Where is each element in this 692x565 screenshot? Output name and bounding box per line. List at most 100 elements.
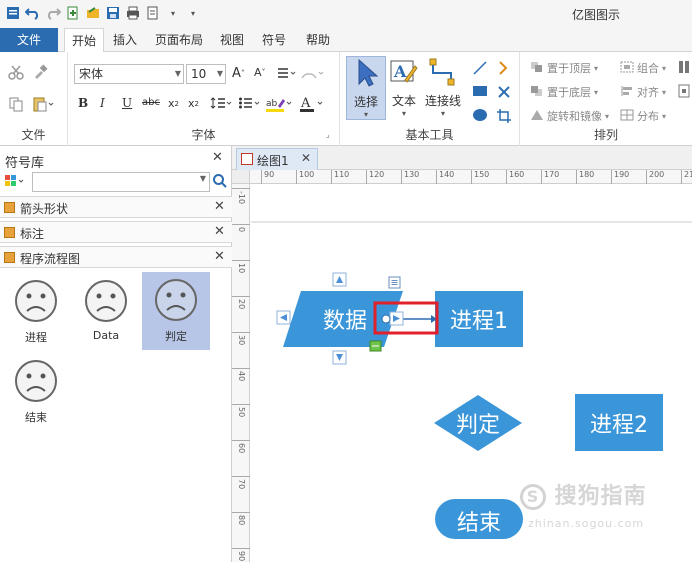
italic-icon[interactable]: I — [100, 96, 105, 110]
font-color-icon[interactable]: A — [300, 96, 324, 112]
underline-icon[interactable]: U — [122, 96, 132, 110]
connector-tool-label: 连接线 — [424, 94, 461, 108]
distribute-button[interactable]: 分布 ▾ — [620, 108, 666, 124]
group-label: 组合 — [637, 62, 659, 75]
svg-text:A: A — [300, 96, 311, 111]
format-painter-icon[interactable] — [32, 64, 48, 80]
tab-page-layout[interactable]: 页面布局 — [150, 28, 208, 52]
open-file-icon[interactable] — [84, 4, 102, 22]
close-icon[interactable]: ✕ — [212, 150, 223, 165]
watermark-sub: zhinan.sogou.com — [528, 517, 645, 530]
search-icon[interactable] — [212, 173, 228, 192]
arc-tool-icon[interactable] — [496, 60, 512, 76]
text-tool-button[interactable]: A 文本 ▾ — [388, 56, 420, 118]
chevron-down-icon: ▼ — [199, 174, 206, 183]
connector-tool-button[interactable]: 连接线 ▾ — [422, 56, 464, 118]
bullets-icon[interactable] — [238, 96, 260, 110]
library-search-input[interactable]: ▼ — [32, 172, 210, 192]
line-tool-icon[interactable] — [472, 60, 488, 76]
line-spacing-icon[interactable] — [276, 66, 296, 80]
chevron-down-icon: ▾ — [363, 110, 368, 119]
shape-tile-decision[interactable]: 判定 — [142, 272, 210, 350]
library-grid-icon[interactable] — [4, 173, 28, 194]
tab-symbol[interactable]: 符号 — [256, 28, 292, 52]
app-menu-icon[interactable] — [4, 4, 22, 22]
basic-tools-group-label: 基本工具 — [405, 128, 454, 142]
ruler-tick: 110 — [331, 170, 349, 184]
customize-qat-icon[interactable]: ▾ — [184, 4, 202, 22]
bold-icon[interactable]: B — [78, 96, 88, 110]
ellipse-tool-icon[interactable] — [472, 108, 488, 122]
sad-face-icon — [155, 279, 197, 321]
connection-point[interactable] — [381, 314, 391, 324]
crop-tool-icon[interactable] — [496, 108, 512, 124]
shape-tile-process[interactable]: 进程 — [2, 273, 70, 351]
send-back-label: 置于底层 — [547, 86, 591, 99]
cut-icon[interactable] — [8, 64, 24, 80]
align-label: 对齐 — [637, 86, 659, 99]
ruler-tick: 210 — [681, 170, 692, 184]
font-size-select[interactable]: 10 ▼ — [186, 64, 226, 84]
grow-font-icon[interactable]: A ˄ — [232, 66, 245, 81]
tab-help[interactable]: 帮助 — [298, 28, 338, 52]
tab-view[interactable]: 视图 — [214, 28, 250, 52]
chevron-down-icon: ▼ — [174, 69, 181, 78]
watermark-text: 搜狗指南 — [554, 484, 647, 509]
strikethrough-icon[interactable]: abc — [142, 97, 160, 108]
library-row-arrows[interactable]: 箭头形状 ✕ — [0, 196, 232, 218]
text-shape-icon[interactable] — [300, 66, 324, 80]
send-back-button[interactable]: 置于底层 ▾ — [530, 84, 598, 100]
subscript-icon[interactable]: x2 — [168, 97, 179, 110]
paragraph-spacing-icon[interactable] — [210, 96, 232, 110]
save-icon[interactable] — [104, 4, 122, 22]
tab-file[interactable]: 文件 — [0, 28, 58, 52]
tab-insert[interactable]: 插入 — [108, 28, 142, 52]
close-icon[interactable]: ✕ — [214, 249, 225, 264]
close-icon[interactable]: ✕ — [301, 151, 311, 165]
ruler-tick: 100 — [296, 170, 314, 184]
tab-home[interactable]: 开始 — [64, 28, 104, 53]
send-back-icon — [530, 85, 544, 100]
shrink-font-icon[interactable]: A ˅ — [254, 66, 266, 79]
ruler-tick: 170 — [541, 170, 559, 184]
undo-icon[interactable] — [24, 4, 42, 22]
ruler-tick: 180 — [576, 170, 594, 184]
redo-icon[interactable] — [44, 4, 62, 22]
rotate-button[interactable]: 旋转和镜像 ▾ — [530, 108, 609, 124]
bring-front-button[interactable]: 置于顶层 ▾ — [530, 60, 598, 76]
shape-tile-data[interactable]: Data — [72, 273, 140, 351]
document-tab[interactable]: 绘图1 ✕ — [236, 148, 318, 170]
new-file-icon[interactable] — [64, 4, 82, 22]
print-icon[interactable] — [124, 4, 142, 22]
rotate-icon — [530, 109, 544, 124]
text-highlight-icon[interactable]: ab — [266, 96, 292, 112]
library-icon — [4, 252, 15, 263]
rectangle-tool-icon[interactable] — [472, 84, 488, 98]
align-button[interactable]: 对齐 ▾ — [620, 84, 666, 100]
sad-face-icon — [15, 360, 57, 402]
ruler-tick: 140 — [436, 170, 454, 184]
close-icon[interactable]: ✕ — [214, 224, 225, 239]
superscript-icon[interactable]: x2 — [188, 97, 199, 110]
ruler-tick: 160 — [506, 170, 524, 184]
size-icon[interactable] — [678, 60, 690, 74]
center-icon[interactable] — [678, 84, 690, 98]
symbol-library-panel: 符号库 ✕ ▼ 箭头形状 ✕ 标注 ✕ 程序流程图 ✕ 进程 Data 判定 结… — [0, 146, 232, 562]
export-icon[interactable] — [144, 4, 162, 22]
chevron-down-icon[interactable]: ▾ — [164, 4, 182, 22]
copy-icon[interactable] — [8, 96, 24, 112]
text-tool-label: 文本 — [391, 94, 416, 108]
library-row-flowchart[interactable]: 程序流程图 ✕ — [0, 246, 232, 268]
group-button[interactable]: 组合 ▾ — [620, 60, 666, 76]
watermark: S 搜狗指南 — [520, 478, 647, 510]
cross-tool-icon[interactable] — [496, 84, 512, 100]
chevron-down-icon: ▾ — [662, 63, 667, 73]
library-row-callouts[interactable]: 标注 ✕ — [0, 221, 232, 243]
shape-tile-end[interactable]: 结束 — [2, 353, 70, 431]
ruler-tick: 200 — [646, 170, 664, 184]
paste-icon[interactable] — [32, 96, 54, 112]
select-tool-button[interactable]: 选择 ▾ — [346, 56, 386, 120]
font-name-select[interactable]: 宋体 ▼ — [74, 64, 184, 84]
ruler-tick: 30 — [232, 332, 250, 345]
close-icon[interactable]: ✕ — [214, 199, 225, 214]
